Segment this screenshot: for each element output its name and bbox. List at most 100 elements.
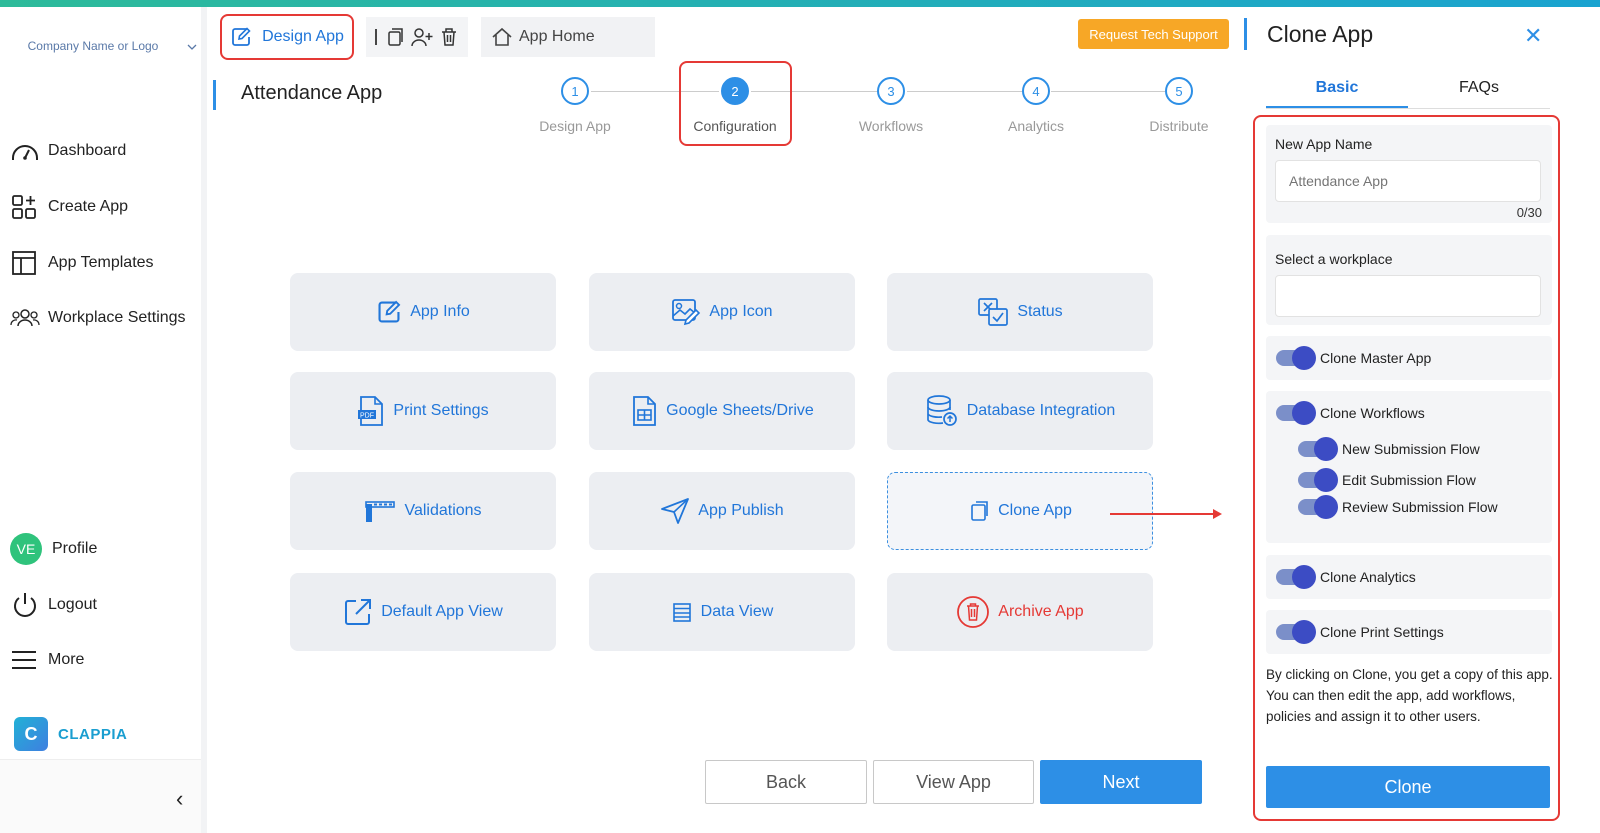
database-integration-tile[interactable]: Database Integration: [887, 372, 1153, 450]
archive-app-tile[interactable]: Archive App: [887, 573, 1153, 651]
tile-label: Database Integration: [966, 402, 1116, 419]
clone-analytics-toggle[interactable]: [1276, 565, 1316, 589]
sidebar-item-label: Workplace Settings: [48, 309, 186, 326]
dashboard-icon: [12, 145, 38, 160]
sidebar-item-label: Create App: [48, 198, 129, 215]
clone-master-section: Clone Master App: [1266, 336, 1552, 380]
sidebar-item-app-templates[interactable]: App Templates: [10, 248, 154, 278]
step-3[interactable]: 3: [877, 77, 905, 105]
default-app-view-tile[interactable]: Default App View: [290, 573, 556, 651]
send-icon: [661, 498, 690, 524]
print-settings-tile[interactable]: PDF Print Settings: [290, 372, 556, 450]
status-tile[interactable]: Status: [887, 273, 1153, 351]
svg-text:PDF: PDF: [360, 413, 374, 420]
clone-print-toggle[interactable]: [1276, 620, 1316, 644]
step-4[interactable]: 4: [1022, 77, 1050, 105]
new-app-name-label: New App Name: [1275, 136, 1373, 152]
clone-app-panel: Clone App ✕ Basic FAQs New App Name 0/30…: [1250, 7, 1600, 833]
collapse-area: ‹: [0, 759, 201, 833]
brand: C CLAPPIA: [14, 717, 127, 751]
status-icon: [978, 298, 1009, 326]
tile-label: App Icon: [709, 303, 773, 320]
home-icon: [492, 27, 512, 46]
tile-label: Validations: [404, 502, 482, 519]
separator-icon: [373, 27, 379, 47]
sheet-icon: [633, 396, 657, 426]
collapse-sidebar-button[interactable]: ‹: [176, 786, 183, 812]
tab-basic[interactable]: Basic: [1266, 69, 1408, 109]
back-button[interactable]: Back: [705, 760, 867, 804]
sidebar-item-workplace-settings[interactable]: Workplace Settings: [10, 303, 186, 333]
tile-label: Clone App: [998, 502, 1072, 519]
close-icon[interactable]: ✕: [1524, 23, 1542, 49]
next-button[interactable]: Next: [1040, 760, 1202, 804]
tile-label: Print Settings: [393, 402, 489, 419]
toggle-label: New Submission Flow: [1342, 441, 1480, 457]
edit-submission-flow-toggle[interactable]: [1298, 468, 1338, 492]
add-user-icon[interactable]: [411, 27, 433, 47]
clone-print-section: Clone Print Settings: [1266, 610, 1552, 654]
clone-analytics-section: Clone Analytics: [1266, 555, 1552, 599]
external-link-icon: [345, 599, 372, 625]
tile-label: Archive App: [998, 603, 1084, 620]
clone-icon: [971, 501, 988, 521]
step-label: Analytics: [1007, 118, 1065, 134]
sidebar: Company Name or Logo Dashboard Create Ap…: [0, 7, 207, 833]
validations-tile[interactable]: Validations: [290, 472, 556, 550]
sidebar-item-profile[interactable]: VE Profile: [10, 533, 98, 565]
toggle-label: Clone Workflows: [1320, 405, 1425, 421]
clappia-logo-icon: C: [14, 717, 48, 751]
sidebar-item-label: Profile: [52, 540, 98, 557]
trash-icon: [957, 596, 990, 628]
app-home-button[interactable]: App Home: [481, 17, 655, 57]
google-sheets-drive-tile[interactable]: Google Sheets/Drive: [589, 372, 855, 450]
sidebar-item-logout[interactable]: Logout: [10, 590, 97, 620]
trash-icon[interactable]: [439, 27, 459, 47]
step-connector: [1051, 91, 1165, 92]
tabs-divider: [1266, 108, 1550, 109]
clone-app-tile[interactable]: Clone App: [887, 472, 1153, 550]
clone-button[interactable]: Clone: [1266, 766, 1550, 808]
sidebar-item-more[interactable]: More: [10, 645, 84, 675]
toggle-label: Clone Analytics: [1320, 569, 1416, 585]
copy-icon[interactable]: [385, 27, 405, 47]
toggle-label: Review Submission Flow: [1342, 499, 1498, 515]
workplace-section: Select a workplace: [1266, 235, 1552, 325]
clone-workflows-row: Clone Workflows: [1276, 401, 1425, 425]
step-label: Design App: [539, 118, 611, 134]
sidebar-item-dashboard[interactable]: Dashboard: [10, 136, 126, 166]
list-icon: [672, 603, 691, 622]
review-submission-flow-toggle[interactable]: [1298, 495, 1338, 519]
toggle-label: Clone Print Settings: [1320, 624, 1444, 640]
request-tech-support-button[interactable]: Request Tech Support: [1078, 19, 1229, 49]
tile-label: Status: [1017, 303, 1063, 320]
new-submission-flow-toggle[interactable]: [1298, 437, 1338, 461]
workplace-select[interactable]: [1275, 275, 1541, 317]
app-publish-tile[interactable]: App Publish: [589, 472, 855, 550]
data-view-tile[interactable]: Data View: [589, 573, 855, 651]
app-icon-tile[interactable]: App Icon: [589, 273, 855, 351]
clone-analytics-row: Clone Analytics: [1276, 565, 1416, 589]
step-1[interactable]: 1: [561, 77, 589, 105]
company-name[interactable]: Company Name or Logo: [18, 35, 168, 57]
chevron-down-icon[interactable]: [186, 41, 198, 53]
new-submission-flow-row: New Submission Flow: [1298, 437, 1480, 461]
sidebar-item-create-app[interactable]: Create App: [10, 192, 128, 222]
edit-submission-flow-row: Edit Submission Flow: [1298, 468, 1476, 492]
tile-label: App Publish: [698, 502, 784, 519]
avatar: VE: [10, 533, 42, 565]
app-info-tile[interactable]: App Info: [290, 273, 556, 351]
database-icon: [926, 395, 957, 426]
users-icon: [10, 309, 40, 327]
page-title: Attendance App: [241, 82, 383, 104]
tile-label: Default App View: [381, 603, 503, 620]
clone-workflows-toggle[interactable]: [1276, 401, 1316, 425]
new-app-name-input[interactable]: [1275, 160, 1541, 202]
tab-faqs[interactable]: FAQs: [1408, 69, 1550, 109]
design-app-button[interactable]: Design App: [220, 14, 354, 60]
view-app-button[interactable]: View App: [873, 760, 1034, 804]
clone-master-toggle[interactable]: [1276, 346, 1316, 370]
step-5[interactable]: 5: [1165, 77, 1193, 105]
edit-icon: [378, 300, 401, 323]
sidebar-item-label: More: [48, 651, 85, 668]
